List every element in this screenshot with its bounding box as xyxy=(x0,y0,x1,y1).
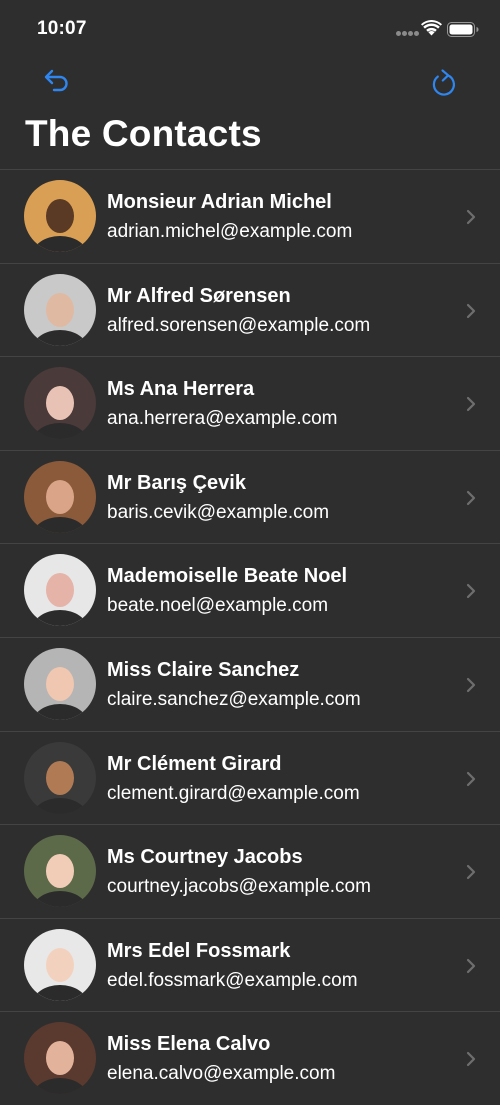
contact-row[interactable]: Ms Ana Herrera ana.herrera@example.com xyxy=(0,356,500,450)
contact-row[interactable]: Miss Elena Calvo elena.calvo@example.com xyxy=(0,1011,500,1105)
contact-row[interactable]: Monsieur Adrian Michel adrian.michel@exam… xyxy=(0,169,500,263)
contact-name: Mr Barış Çevik xyxy=(107,471,246,494)
contact-email: courtney.jacobs@example.com xyxy=(107,876,371,898)
back-button[interactable] xyxy=(38,64,74,98)
chevron-right-icon xyxy=(466,771,476,786)
contact-name: Ms Ana Herrera xyxy=(107,378,255,401)
chevron-right-icon xyxy=(466,584,476,599)
status-time: 10:07 xyxy=(37,18,87,39)
contact-email: baris.cevik@example.com xyxy=(107,501,330,523)
signal-dots-icon xyxy=(396,31,420,37)
contact-email: alfred.sorensen@example.com xyxy=(107,314,371,336)
contact-avatar xyxy=(24,273,96,346)
contact-avatar xyxy=(24,835,96,908)
contact-name: Miss Elena Calvo xyxy=(107,1033,271,1056)
contact-row[interactable]: Mr Clément Girard clement.girard@example.… xyxy=(0,730,500,825)
contact-name: Monsieur Adrian Michel xyxy=(107,191,332,213)
battery-icon xyxy=(447,22,479,37)
contact-row[interactable]: Mrs Edel Fossmark edel.fossmark@example.c… xyxy=(0,917,500,1012)
contact-avatar xyxy=(24,554,96,627)
contacts-list: Monsieur Adrian Michel adrian.michel@exam… xyxy=(0,169,500,1105)
contact-email: ana.herrera@example.com xyxy=(107,408,338,430)
contact-row[interactable]: Mr Barış Çevik baris.cevik@example.com xyxy=(0,449,500,544)
contact-name: Mademoiselle Beate Noel xyxy=(107,565,348,588)
chevron-right-icon xyxy=(466,1052,476,1067)
contact-row[interactable]: Miss Claire Sanchez claire.sanchez@exampl… xyxy=(0,636,500,731)
contact-name: Miss Claire Sanchez xyxy=(107,658,300,681)
contact-name: Mr Clément Girard xyxy=(107,752,282,775)
contact-email: adrian.michel@example.com xyxy=(107,221,353,242)
chevron-right-icon xyxy=(466,958,476,973)
contact-row[interactable]: Mr Alfred Sørensen alfred.sorensen@exampl… xyxy=(0,262,500,357)
chevron-right-icon xyxy=(466,397,476,412)
contact-email: beate.noel@example.com xyxy=(107,595,329,617)
refresh-icon xyxy=(432,69,455,96)
contact-avatar xyxy=(24,1022,96,1095)
contact-avatar xyxy=(24,647,96,720)
chevron-right-icon xyxy=(466,490,476,505)
refresh-button[interactable] xyxy=(426,66,462,100)
contact-email: clement.girard@example.com xyxy=(107,782,360,804)
contact-email: elena.calvo@example.com xyxy=(107,1063,336,1085)
chevron-right-icon xyxy=(466,209,476,225)
chevron-right-icon xyxy=(466,677,476,693)
contact-row[interactable]: Ms Courtney Jacobs courtney.jacobs@exampl… xyxy=(0,824,500,918)
contact-email: claire.sanchez@example.com xyxy=(107,688,361,710)
contact-avatar xyxy=(24,741,96,814)
contact-row[interactable]: Mademoiselle Beate Noel beate.noel@exampl… xyxy=(0,543,500,637)
status-bar: 10:07 xyxy=(0,0,500,58)
chevron-right-icon xyxy=(466,865,476,880)
contact-avatar xyxy=(24,928,96,1001)
contact-name: Mrs Edel Fossmark xyxy=(107,939,291,962)
contact-name: Ms Courtney Jacobs xyxy=(107,846,303,869)
page-title: The Contacts xyxy=(25,113,262,154)
wifi-icon xyxy=(421,20,442,36)
contact-email: edel.fossmark@example.com xyxy=(107,969,358,991)
contact-avatar xyxy=(24,180,96,252)
nav-bar xyxy=(0,58,500,108)
undo-arrow-icon xyxy=(44,69,68,92)
contact-name: Mr Alfred Sørensen xyxy=(107,284,291,307)
contact-avatar xyxy=(24,460,96,533)
chevron-right-icon xyxy=(466,303,476,318)
contact-avatar xyxy=(24,367,96,440)
